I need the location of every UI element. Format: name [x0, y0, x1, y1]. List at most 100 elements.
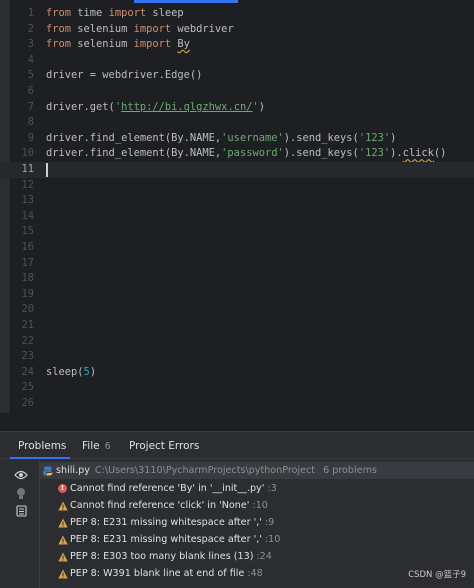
tab-project-errors-label: Project Errors	[129, 440, 200, 452]
warning-icon	[58, 517, 68, 528]
problem-text: PEP 8: E231 missing whitespace after ','	[70, 517, 262, 528]
warning-icon	[58, 568, 68, 579]
line-number: 8	[27, 116, 34, 129]
code-line[interactable]: 21	[0, 318, 474, 334]
code-line[interactable]: 10 driver.find_element(By.NAME,'password'…	[0, 146, 474, 162]
code-token: driver.get(	[46, 100, 115, 113]
code-line[interactable]: 22	[0, 334, 474, 350]
code-token: import	[133, 22, 172, 35]
code-line[interactable]: 6	[0, 84, 474, 100]
code-line[interactable]: 9 driver.find_element(By.NAME,'username')…	[0, 131, 474, 147]
problems-file-node[interactable]: shili.py C:\Users\3110\PycharmProjects\py…	[40, 462, 474, 479]
tab-project-errors[interactable]: Project Errors	[129, 438, 199, 454]
line-number: 21	[21, 319, 34, 331]
code-text: from selenium import By	[46, 37, 190, 53]
code-line[interactable]: 5 driver = webdriver.Edge()	[0, 68, 474, 84]
code-editor[interactable]: 1 from time import sleep 2 from selenium im…	[0, 0, 474, 413]
tab-file[interactable]: File 6	[82, 438, 111, 454]
line-number: 22	[21, 334, 34, 347]
warning-icon	[58, 551, 68, 562]
code-token: import	[133, 38, 172, 51]
text-caret	[46, 163, 48, 177]
problems-file-count: 6 problems	[323, 465, 377, 476]
code-line[interactable]: 26	[0, 396, 474, 412]
line-number: 14	[21, 209, 34, 222]
problem-item[interactable]: PEP 8: E231 missing whitespace after ','…	[40, 531, 474, 548]
code-token: driver.find_element(By.NAME,	[46, 131, 222, 144]
code-token: ).send_keys(	[283, 131, 359, 144]
problem-item[interactable]: Cannot find reference 'click' in 'None':…	[40, 497, 474, 514]
problem-item[interactable]: ! Cannot find reference 'By' in '__init_…	[40, 480, 474, 497]
code-token: driver = webdriver.Edge()	[46, 69, 203, 82]
line-number: 4	[27, 53, 34, 66]
code-token: from	[46, 22, 72, 35]
problem-location: :10	[252, 500, 268, 511]
problem-item[interactable]: PEP 8: E231 missing whitespace after ','…	[40, 514, 474, 531]
python-file-icon	[43, 465, 53, 476]
code-line[interactable]: 12	[0, 178, 474, 194]
code-line[interactable]: 8	[0, 115, 474, 131]
code-line[interactable]: 19	[0, 287, 474, 303]
code-line[interactable]: 4	[0, 53, 474, 69]
tab-problems[interactable]: Problems	[18, 438, 66, 454]
problem-location: :9	[264, 517, 275, 528]
code-line[interactable]: 23	[0, 349, 474, 365]
code-line[interactable]: 3 from selenium import By	[0, 37, 474, 53]
problems-file-name: shili.py	[56, 465, 90, 476]
eye-icon[interactable]	[14, 468, 28, 482]
line-number: 23	[21, 350, 34, 363]
error-icon: !	[58, 484, 67, 493]
code-line[interactable]: 11	[0, 162, 474, 178]
line-number: 11	[21, 163, 34, 175]
line-number: 15	[21, 225, 34, 238]
problem-text: Cannot find reference 'click' in 'None'	[70, 500, 250, 511]
code-token: sleep(	[46, 365, 84, 378]
code-line[interactable]: 14	[0, 209, 474, 225]
line-number: 16	[21, 241, 34, 253]
active-editor-tab-indicator	[134, 0, 238, 3]
code-token: time	[71, 7, 109, 19]
code-token: )	[89, 365, 97, 378]
problems-side-toolbar	[0, 459, 40, 588]
code-line[interactable]: 25	[0, 380, 474, 396]
code-line[interactable]: 1 from time import sleep	[0, 6, 474, 22]
tab-file-count: 6	[104, 441, 111, 452]
code-line[interactable]: 7 driver.get('http://bi.qlgzhwx.cn/')	[0, 100, 474, 116]
line-number: 25	[21, 381, 34, 394]
problem-location: :48	[247, 568, 263, 579]
code-token: By	[177, 38, 190, 51]
line-number: 24	[21, 365, 34, 378]
line-number: 12	[21, 178, 34, 191]
code-line[interactable]: 18	[0, 271, 474, 287]
code-line[interactable]: 17	[0, 256, 474, 272]
code-token: )	[258, 100, 265, 113]
line-number: 10	[21, 147, 34, 160]
warning-icon	[58, 500, 68, 511]
problems-file-path: C:\Users\3110\PycharmProjects\pythonProj…	[94, 465, 316, 476]
code-text: from selenium import webdriver	[46, 22, 234, 38]
line-number: 26	[21, 397, 34, 409]
code-token: webdriver	[171, 22, 234, 35]
line-number: 17	[21, 256, 34, 269]
code-line[interactable]: 16	[0, 240, 474, 256]
tab-problems-label: Problems	[18, 440, 67, 452]
code-line[interactable]: 20	[0, 302, 474, 318]
panel-divider[interactable]	[0, 413, 474, 432]
code-line[interactable]: 13	[0, 193, 474, 209]
code-line[interactable]: 24 sleep(5)	[0, 365, 474, 381]
line-number: 6	[27, 85, 34, 97]
code-line[interactable]: 2 from selenium import webdriver	[0, 22, 474, 38]
line-number: 3	[27, 38, 34, 51]
code-text: driver.get('http://bi.qlgzhwx.cn/')	[46, 100, 265, 116]
code-token: )	[390, 131, 397, 144]
bulb-icon[interactable]	[14, 486, 28, 500]
line-number: 9	[27, 131, 34, 144]
settings-icon[interactable]	[14, 504, 28, 518]
line-number: 20	[21, 303, 34, 316]
code-text: driver.find_element(By.NAME,'password').…	[46, 146, 446, 162]
code-token: ).send_keys(	[283, 147, 359, 160]
problem-text: PEP 8: E231 missing whitespace after ','	[70, 534, 262, 545]
problem-item[interactable]: PEP 8: E303 too many blank lines (13):24	[40, 548, 474, 565]
code-line[interactable]: 15	[0, 224, 474, 240]
code-text: sleep(5)	[46, 365, 96, 381]
